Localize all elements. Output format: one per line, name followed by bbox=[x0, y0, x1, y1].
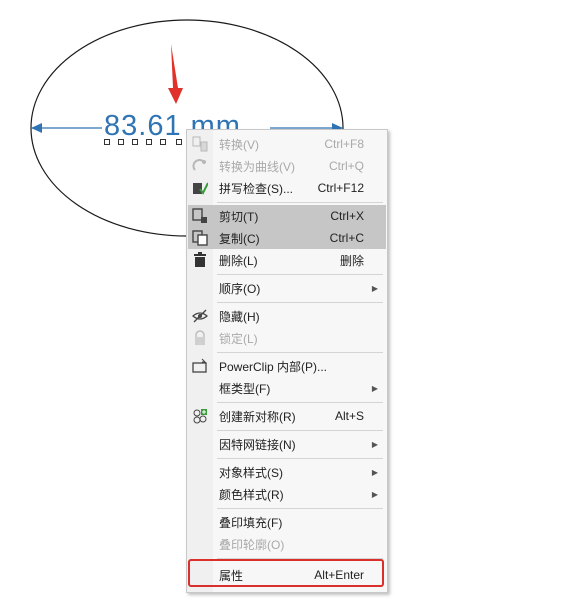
submenu-arrow-icon: ▶ bbox=[371, 489, 378, 499]
convert-curves-icon bbox=[191, 157, 209, 175]
menu-item-powerclip[interactable]: PowerClip 内部(P)... bbox=[188, 355, 386, 377]
submenu-arrow-icon: ▶ bbox=[371, 467, 378, 477]
menu-item-object-styles[interactable]: 对象样式(S) ▶ bbox=[188, 461, 386, 483]
menu-item-hide[interactable]: 隐藏(H) bbox=[188, 305, 386, 327]
menu-separator bbox=[217, 352, 383, 353]
menu-separator bbox=[217, 302, 383, 303]
menu-item-internet-link[interactable]: 因特网链接(N) ▶ bbox=[188, 433, 386, 455]
context-menu: 转换(V) Ctrl+F8 转换为曲线(V) Ctrl+Q 拼写检查(S)...… bbox=[186, 129, 388, 593]
selection-handle[interactable] bbox=[176, 139, 182, 145]
menu-item-lock[interactable]: 锁定(L) bbox=[188, 327, 386, 349]
menu-separator bbox=[217, 508, 383, 509]
submenu-arrow-icon: ▶ bbox=[371, 439, 378, 449]
annotation-highlight-box bbox=[188, 559, 384, 587]
copy-icon bbox=[191, 229, 209, 247]
menu-item-overprint-fill[interactable]: 叠印填充(F) bbox=[188, 511, 386, 533]
dimension-arrowhead-left bbox=[31, 123, 42, 133]
red-pointer-arrow bbox=[168, 44, 183, 104]
menu-item-copy[interactable]: 复制(C) Ctrl+C bbox=[188, 227, 386, 249]
convert-icon bbox=[191, 135, 209, 153]
selection-handle[interactable] bbox=[118, 139, 124, 145]
menu-item-delete[interactable]: 删除(L) 删除 bbox=[188, 249, 386, 271]
menu-separator bbox=[217, 274, 383, 275]
menu-separator bbox=[217, 458, 383, 459]
spellcheck-icon bbox=[191, 179, 209, 197]
menu-separator bbox=[217, 430, 383, 431]
menu-item-convert[interactable]: 转换(V) Ctrl+F8 bbox=[188, 133, 386, 155]
symmetry-icon bbox=[191, 407, 209, 425]
selection-handle[interactable] bbox=[132, 139, 138, 145]
menu-item-overprint-outline[interactable]: 叠印轮廓(O) bbox=[188, 533, 386, 555]
selection-handle[interactable] bbox=[146, 139, 152, 145]
menu-separator bbox=[217, 202, 383, 203]
trash-icon bbox=[191, 251, 209, 269]
menu-item-create-symmetry[interactable]: 创建新对称(R) Alt+S bbox=[188, 405, 386, 427]
submenu-arrow-icon: ▶ bbox=[371, 383, 378, 393]
lock-icon bbox=[191, 329, 209, 347]
submenu-arrow-icon: ▶ bbox=[371, 283, 378, 293]
powerclip-icon bbox=[191, 357, 209, 375]
selection-handle[interactable] bbox=[104, 139, 110, 145]
eye-hidden-icon bbox=[191, 307, 209, 325]
menu-item-color-styles[interactable]: 颜色样式(R) ▶ bbox=[188, 483, 386, 505]
menu-separator bbox=[217, 402, 383, 403]
menu-item-cut[interactable]: 剪切(T) Ctrl+X bbox=[188, 205, 386, 227]
selection-handle[interactable] bbox=[160, 139, 166, 145]
menu-item-frame-type[interactable]: 框类型(F) ▶ bbox=[188, 377, 386, 399]
menu-item-order[interactable]: 顺序(O) ▶ bbox=[188, 277, 386, 299]
cut-icon bbox=[191, 207, 209, 225]
menu-item-convert-to-curves[interactable]: 转换为曲线(V) Ctrl+Q bbox=[188, 155, 386, 177]
menu-item-spellcheck[interactable]: 拼写检查(S)... Ctrl+F12 bbox=[188, 177, 386, 199]
